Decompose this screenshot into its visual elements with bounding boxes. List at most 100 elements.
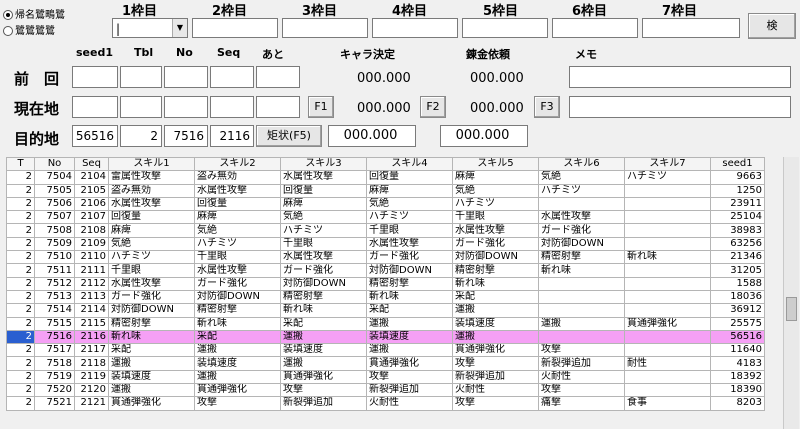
table-cell: 対防御DOWN [280,276,367,291]
table-header[interactable]: seed1 [710,156,765,172]
table-cell: 7506 [34,196,75,212]
table-header[interactable]: スキル7 [624,156,711,172]
table-cell: 2 [6,276,35,291]
result-table: T No Seq スキル1 スキル2 スキル3 スキル4 スキル5 スキル6 スキル7 seed1 … [6,156,765,411]
table-header[interactable]: スキル5 [452,156,539,172]
table-row[interactable]: 2 7513 2113 ガード強化 対防御DOWN 精密射撃 斬れ味 采配 18036 [6,289,765,305]
slot-input-7[interactable] [642,18,740,38]
current-seq[interactable] [210,96,254,118]
table-cell: 2106 [74,196,109,212]
current-no[interactable] [164,96,208,118]
table-header[interactable]: スキル4 [366,156,453,172]
table-row[interactable]: 2 7515 2115 精密射撃 斬れ味 采配 運搬 装填速度 運搬 貫通弾強化 25575 [6,316,765,331]
table-cell: 気絶 [538,170,625,185]
table-cell [538,196,625,212]
target-seq[interactable]: 2116 [210,125,254,147]
current-seed1[interactable] [72,96,118,118]
table-cell [624,383,711,398]
mode-radio-2[interactable] [3,26,13,36]
table-row[interactable]: 2 7514 2114 対防御DOWN 精密射撃 斬れ味 采配 運搬 36912 [6,303,765,318]
table-row[interactable]: 2 7516 2116 斬れ味 采配 運搬 装填速度 運搬 56516 [6,329,765,345]
current-ato[interactable] [256,96,300,118]
table-cell: 2 [6,329,35,345]
target-button[interactable]: 矩状(F5) [256,125,322,147]
table-row[interactable]: 2 7505 2105 盗み無効 水属性攻撃 回復量 麻痺 気絶 ハチミツ 1250 [6,183,765,198]
f2-button[interactable]: F2 [420,96,446,118]
table-scrollbar[interactable] [783,157,799,429]
table-cell: 斬れ味 [194,316,281,331]
slot-input-4[interactable] [372,18,458,38]
current-tbl[interactable] [120,96,162,118]
f1-button[interactable]: F1 [308,96,334,118]
slot-input-5[interactable] [462,18,548,38]
table-cell: 千里眼 [194,250,281,265]
table-header[interactable]: No [34,156,75,172]
table-row[interactable]: 2 7519 2119 装填速度 運搬 貫通弾強化 攻撃 新裂弾追加 火耐性 18392 [6,369,765,385]
table-row[interactable]: 2 7507 2107 回復量 麻痺 気絶 ハチミツ 千里眼 水属性攻撃 25104 [6,210,765,225]
target-chara-value[interactable]: 000.000 [328,125,416,147]
table-row[interactable]: 2 7520 2120 運搬 貫通弾強化 攻撃 新裂弾追加 火耐性 攻撃 18390 [6,383,765,398]
table-row[interactable]: 2 7509 2109 気絶 ハチミツ 千里眼 水属性攻撃 ガード強化 対防御DOWN 63256 [6,236,765,252]
table-cell [624,276,711,291]
table-cell: 38983 [710,223,765,238]
current-memo[interactable] [569,96,791,118]
table-cell: 2105 [74,183,109,198]
slot-input-6[interactable] [552,18,638,38]
table-header[interactable]: Seq [74,156,109,172]
table-cell: 2109 [74,236,109,252]
table-cell: 斬れ味 [452,276,539,291]
slot-input-3[interactable] [282,18,368,38]
table-row[interactable]: 2 7517 2117 采配 運搬 装填速度 運搬 貫通弾強化 攻撃 11640 [6,343,765,358]
table-row[interactable]: 2 7506 2106 水属性攻撃 回復量 麻痺 気絶 ハチミツ 23911 [6,196,765,212]
table-cell: 斬れ味 [538,263,625,278]
table-cell: 回復量 [108,210,195,225]
prev-seed1[interactable] [72,66,118,88]
table-row[interactable]: 2 7512 2112 水属性攻撃 ガード強化 対防御DOWN 精密射撃 斬れ味 1588 [6,276,765,291]
table-row[interactable]: 2 7508 2108 麻痺 気絶 ハチミツ 千里眼 水属性攻撃 ガード強化 38983 [6,223,765,238]
table-header[interactable]: スキル1 [108,156,195,172]
table-cell: 2118 [74,356,109,371]
prev-seq[interactable] [210,66,254,88]
table-row[interactable]: 2 7510 2110 ハチミツ 千里眼 水属性攻撃 ガード強化 対防御DOWN 精密射撃 斬れ味… [6,250,765,265]
scrollbar-thumb[interactable] [786,297,797,321]
target-seed1[interactable]: 56516 [72,125,118,147]
target-renkin-value[interactable]: 000.000 [440,125,528,147]
table-cell: 水属性攻撃 [194,183,281,198]
table-row[interactable]: 2 7511 2111 千里眼 水属性攻撃 ガード強化 対防御DOWN 精密射撃 斬れ味 3120… [6,263,765,278]
prev-memo[interactable] [569,66,791,88]
table-cell: 56516 [710,329,765,345]
target-tbl[interactable]: 2 [120,125,162,147]
table-header[interactable]: T [6,156,35,172]
target-no[interactable]: 7516 [164,125,208,147]
table-cell: 2 [6,396,35,411]
chevron-down-icon[interactable]: ▼ [172,19,187,37]
prev-no[interactable] [164,66,208,88]
mode-label-1: 帰名鷺鴫鷺 [15,10,65,21]
table-cell: 采配 [194,329,281,345]
table-cell: 7518 [34,356,75,371]
table-cell: 2121 [74,396,109,411]
slot-header-4: 4枠目 [392,4,428,19]
table-row[interactable]: 2 7504 2104 雷属性攻撃 盗み無効 水属性攻撃 回復量 麻痺 気絶 ハチミツ 9663 [6,170,765,185]
table-cell: 千里眼 [280,236,367,252]
table-cell: ガード強化 [280,263,367,278]
table-header[interactable]: スキル6 [538,156,625,172]
f3-button[interactable]: F3 [534,96,560,118]
slot-input-2[interactable] [192,18,278,38]
prev-ato[interactable] [256,66,300,88]
table-cell: 2 [6,303,35,318]
prev-tbl[interactable] [120,66,162,88]
table-cell: 運搬 [452,303,539,318]
table-header[interactable]: スキル3 [280,156,367,172]
table-cell: 2108 [74,223,109,238]
table-cell: 7516 [34,329,75,345]
search-button[interactable]: 検 [748,13,796,39]
slot-header-5: 5枠目 [483,4,519,19]
table-row[interactable]: 2 7518 2118 運搬 装填速度 運搬 貫通弾強化 攻撃 新裂弾追加 耐性 4183 [6,356,765,371]
table-header[interactable]: スキル2 [194,156,281,172]
table-cell: 水属性攻撃 [280,250,367,265]
table-cell [624,303,711,318]
slot-select-1[interactable]: | ▼ [112,18,188,38]
table-row[interactable]: 2 7521 2121 貫通弾強化 攻撃 新裂弾追加 火耐性 攻撃 痛撃 食事 8203 [6,396,765,411]
mode-radio-1[interactable] [3,10,13,20]
